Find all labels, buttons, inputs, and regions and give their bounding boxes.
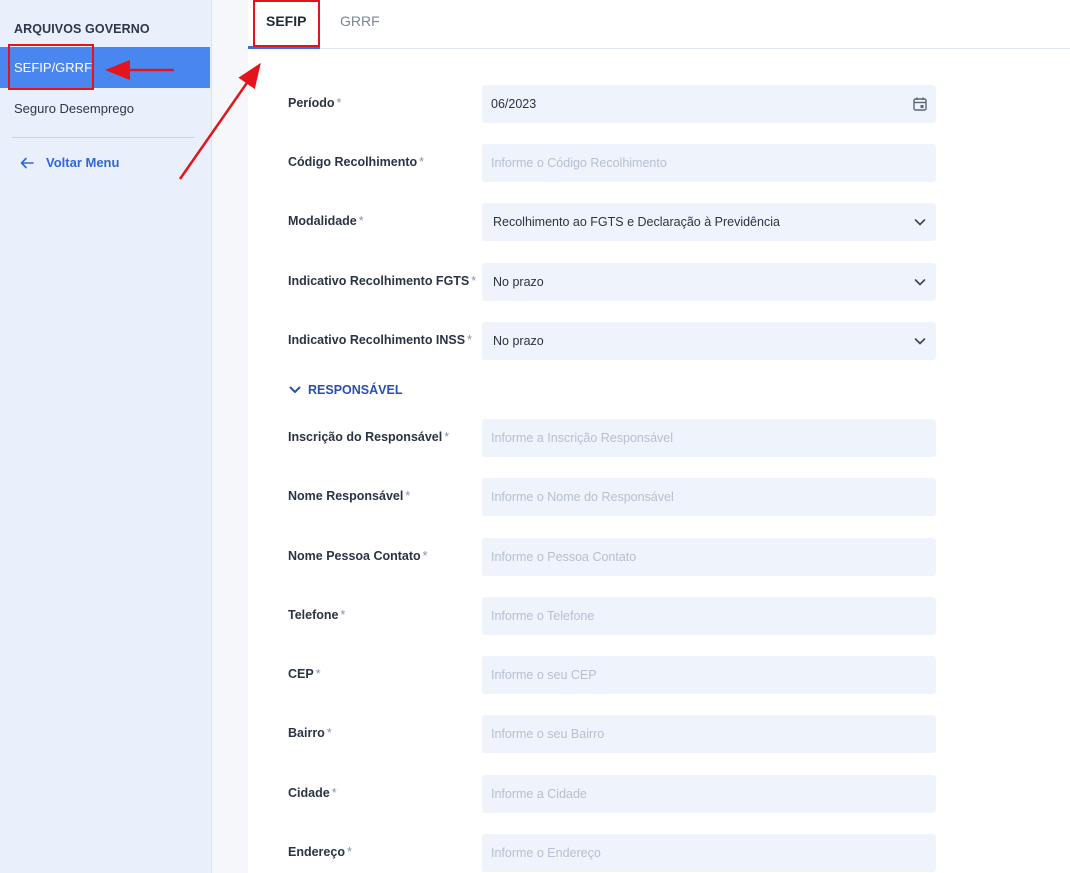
back-to-menu-label: Voltar Menu bbox=[46, 155, 120, 170]
periodo-label: Período * bbox=[288, 96, 342, 110]
nome-contato-input[interactable]: Informe o Pessoa Contato bbox=[482, 538, 936, 576]
form-row-endereco: Endereço * Informe o Endereço bbox=[248, 834, 948, 872]
arrow-left-icon bbox=[20, 157, 34, 168]
form-row-nome-responsavel: Nome Responsável * Informe o Nome do Resp… bbox=[248, 478, 948, 516]
form-row-telefone: Telefone * Informe o Telefone bbox=[248, 597, 948, 635]
form-row-ind-fgts: Indicativo Recolhimento FGTS * No prazo bbox=[248, 263, 948, 301]
codigo-input[interactable]: Informe o Código Recolhimento bbox=[482, 144, 936, 182]
chevron-down-icon bbox=[914, 279, 926, 286]
form-row-bairro: Bairro * Informe o seu Bairro bbox=[248, 715, 948, 753]
responsavel-section-toggle[interactable]: RESPONSÁVEL bbox=[288, 383, 402, 397]
back-to-menu-link[interactable]: Voltar Menu bbox=[20, 155, 119, 170]
ind-inss-select[interactable]: No prazo bbox=[482, 322, 936, 360]
nome-responsavel-input[interactable]: Informe o Nome do Responsável bbox=[482, 478, 936, 516]
ind-inss-value: No prazo bbox=[493, 334, 544, 348]
form-row-modalidade: Modalidade * Recolhimento ao FGTS e Decla… bbox=[248, 203, 948, 241]
sidebar-divider bbox=[12, 137, 195, 138]
cidade-label: Cidade * bbox=[288, 786, 337, 800]
nome-responsavel-label: Nome Responsável * bbox=[288, 489, 411, 503]
annotation-box-sidebar bbox=[8, 44, 94, 90]
cidade-input[interactable]: Informe a Cidade bbox=[482, 775, 936, 813]
bairro-label: Bairro * bbox=[288, 726, 332, 740]
form-row-cidade: Cidade * Informe a Cidade bbox=[248, 775, 948, 813]
form-row-periodo: Período * 06/2023 bbox=[248, 85, 948, 123]
ind-inss-label: Indicativo Recolhimento INSS * bbox=[288, 333, 472, 347]
inscricao-label: Inscrição do Responsável * bbox=[288, 430, 450, 444]
modalidade-select[interactable]: Recolhimento ao FGTS e Declaração à Prev… bbox=[482, 203, 936, 241]
calendar-icon[interactable] bbox=[912, 96, 928, 112]
form-row-inscricao: Inscrição do Responsável * Informe a Insc… bbox=[248, 419, 948, 457]
endereco-input[interactable]: Informe o Endereço bbox=[482, 834, 936, 872]
ind-fgts-label: Indicativo Recolhimento FGTS * bbox=[288, 274, 477, 288]
form-row-codigo: Código Recolhimento * Informe o Código Re… bbox=[248, 144, 948, 182]
responsavel-section-label: RESPONSÁVEL bbox=[308, 383, 403, 397]
codigo-label: Código Recolhimento * bbox=[288, 155, 425, 169]
sidebar: ARQUIVOS GOVERNO SEFIP/GRRF Seguro Desem… bbox=[0, 0, 212, 873]
modalidade-value: Recolhimento ao FGTS e Declaração à Prev… bbox=[493, 215, 780, 229]
sidebar-section-title: ARQUIVOS GOVERNO bbox=[14, 22, 150, 36]
form-row-nome-contato: Nome Pessoa Contato * Informe o Pessoa Co… bbox=[248, 538, 948, 576]
modalidade-label: Modalidade * bbox=[288, 214, 364, 228]
sidebar-item-seguro-desemprego[interactable]: Seguro Desemprego bbox=[14, 101, 134, 116]
tab-bar: SEFIP GRRF bbox=[248, 0, 1070, 49]
form-row-cep: CEP * Informe o seu CEP bbox=[248, 656, 948, 694]
cep-input[interactable]: Informe o seu CEP bbox=[482, 656, 936, 694]
nome-contato-label: Nome Pessoa Contato * bbox=[288, 549, 428, 563]
chevron-down-icon bbox=[914, 338, 926, 345]
main-content: SEFIP GRRF Período * 06/2023 Código Recol… bbox=[248, 0, 1070, 873]
periodo-value: 06/2023 bbox=[491, 97, 537, 111]
chevron-down-icon bbox=[914, 219, 926, 226]
chevron-down-icon bbox=[289, 386, 301, 394]
ind-fgts-value: No prazo bbox=[493, 275, 544, 289]
endereco-label: Endereço * bbox=[288, 845, 352, 859]
cep-label: CEP * bbox=[288, 667, 321, 681]
inscricao-input[interactable]: Informe a Inscrição Responsável bbox=[482, 419, 936, 457]
annotation-box-tab bbox=[253, 0, 320, 47]
tab-grrf[interactable]: GRRF bbox=[340, 13, 380, 29]
bairro-input[interactable]: Informe o seu Bairro bbox=[482, 715, 936, 753]
telefone-input[interactable]: Informe o Telefone bbox=[482, 597, 936, 635]
form-row-ind-inss: Indicativo Recolhimento INSS * No prazo bbox=[248, 322, 948, 360]
telefone-label: Telefone * bbox=[288, 608, 346, 622]
periodo-input[interactable]: 06/2023 bbox=[482, 85, 936, 123]
ind-fgts-select[interactable]: No prazo bbox=[482, 263, 936, 301]
